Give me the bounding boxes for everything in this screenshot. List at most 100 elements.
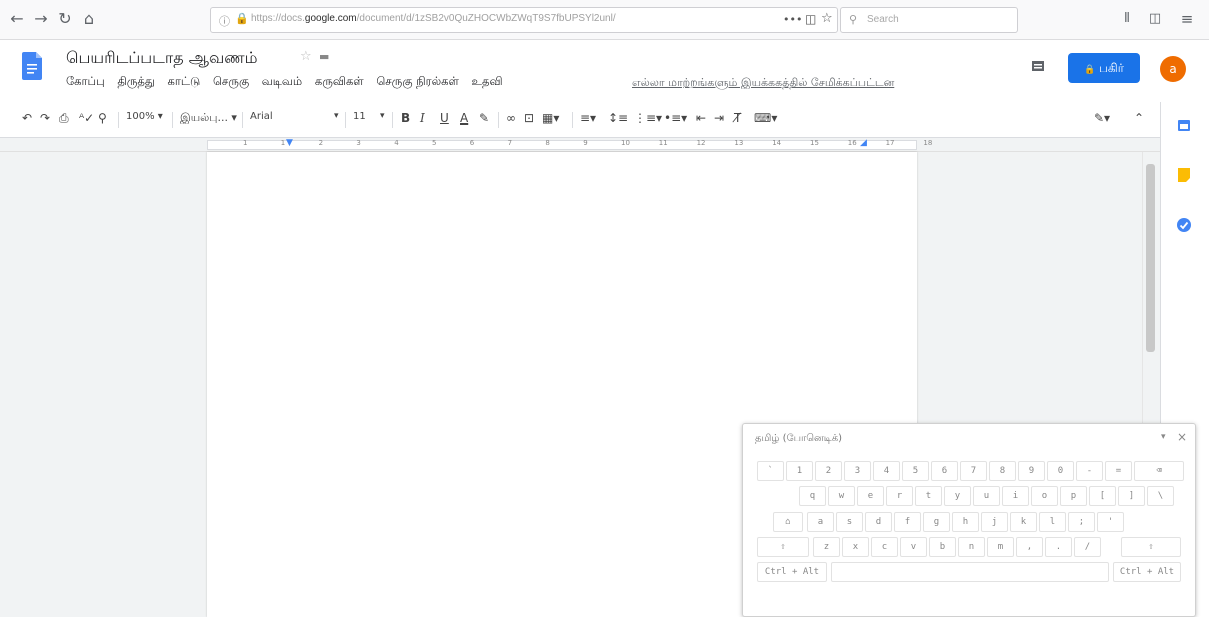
folder-icon[interactable]: ▬: [319, 50, 329, 63]
bookmark-star-icon[interactable]: ☆: [821, 11, 833, 26]
zoom-select[interactable]: 100% ▾: [126, 111, 163, 122]
underline-button[interactable]: U: [440, 111, 449, 125]
print-icon[interactable]: ⎙: [59, 111, 69, 126]
key-1[interactable]: 1: [786, 461, 813, 481]
key-s[interactable]: s: [836, 512, 863, 532]
numbered-list-icon[interactable]: ⋮≡▾: [634, 111, 662, 125]
menu-help[interactable]: உதவி: [472, 74, 503, 88]
menu-format[interactable]: வடிவம்: [262, 74, 302, 88]
document-title[interactable]: பெயரிடப்படாத ஆவணம்: [66, 48, 258, 69]
spellcheck-icon[interactable]: ᴬ✓: [79, 111, 94, 125]
key-b[interactable]: b: [929, 537, 956, 557]
key-a[interactable]: a: [807, 512, 834, 532]
key-u[interactable]: u: [973, 486, 1000, 506]
key-w[interactable]: w: [828, 486, 855, 506]
font-size-select[interactable]: 11: [353, 111, 366, 122]
back-icon[interactable]: ←: [6, 8, 28, 30]
key-'[interactable]: ': [1097, 512, 1124, 532]
comment-add-icon[interactable]: ⊡: [524, 111, 534, 125]
key-`[interactable]: `: [757, 461, 784, 481]
key-2[interactable]: 2: [815, 461, 842, 481]
page-actions-icon[interactable]: •••: [783, 13, 802, 26]
line-spacing-icon[interactable]: ↕≡: [608, 111, 628, 125]
key-j[interactable]: j: [981, 512, 1008, 532]
paint-format-icon[interactable]: ⚲: [98, 111, 107, 125]
key-n[interactable]: n: [958, 537, 985, 557]
highlight-icon[interactable]: ✎: [479, 111, 489, 125]
menu-file[interactable]: கோப்பு: [66, 74, 105, 88]
space-key[interactable]: [831, 562, 1109, 582]
key-p[interactable]: p: [1060, 486, 1087, 506]
info-icon[interactable]: ⓘ: [219, 13, 230, 29]
key-9[interactable]: 9: [1018, 461, 1045, 481]
key-6[interactable]: 6: [931, 461, 958, 481]
font-size-dropdown-icon[interactable]: ▾: [380, 111, 385, 121]
key-h[interactable]: h: [952, 512, 979, 532]
docs-logo-icon[interactable]: [22, 52, 42, 80]
close-icon[interactable]: ×: [1177, 430, 1187, 444]
text-color-button[interactable]: A: [460, 111, 468, 125]
menu-insert[interactable]: செருகு: [213, 74, 249, 88]
key-,[interactable]: ,: [1016, 537, 1043, 557]
undo-icon[interactable]: ↶: [22, 111, 32, 125]
key-5[interactable]: 5: [902, 461, 929, 481]
key-e[interactable]: e: [857, 486, 884, 506]
menu-tools[interactable]: கருவிகள்: [315, 74, 364, 88]
collapse-menu-icon[interactable]: ⌃: [1134, 111, 1144, 125]
key-3[interactable]: 3: [844, 461, 871, 481]
key-t[interactable]: t: [915, 486, 942, 506]
menu-icon[interactable]: ≡: [1176, 8, 1198, 30]
key-7[interactable]: 7: [960, 461, 987, 481]
key-x[interactable]: x: [842, 537, 869, 557]
clear-formatting-icon[interactable]: T̸: [734, 111, 741, 125]
shift-right-key[interactable]: ⇧: [1121, 537, 1181, 557]
shift-left-key[interactable]: ⇧: [757, 537, 809, 557]
style-select[interactable]: இயல்பு... ▾: [180, 111, 237, 126]
indent-marker-icon[interactable]: ▼: [286, 138, 293, 148]
key-l[interactable]: l: [1039, 512, 1066, 532]
menu-addons[interactable]: செருகு நிரல்கள்: [376, 74, 459, 88]
bulleted-list-icon[interactable]: •≡▾: [664, 111, 687, 125]
redo-icon[interactable]: ↷: [40, 111, 50, 125]
key-[[interactable]: [: [1089, 486, 1116, 506]
increase-indent-icon[interactable]: ⇥: [714, 111, 724, 125]
right-indent-marker-icon[interactable]: ◢: [860, 138, 867, 148]
tasks-icon[interactable]: [1176, 217, 1192, 233]
key-0[interactable]: 0: [1047, 461, 1074, 481]
ctrl-alt-right-key[interactable]: Ctrl + Alt: [1113, 562, 1181, 582]
key-][interactable]: ]: [1118, 486, 1145, 506]
key-d[interactable]: d: [865, 512, 892, 532]
key-.[interactable]: .: [1045, 537, 1072, 557]
key-=[interactable]: =: [1105, 461, 1132, 481]
backspace-key[interactable]: ⌫: [1134, 461, 1184, 481]
home-key[interactable]: ⌂: [773, 512, 803, 532]
minimize-icon[interactable]: ▾: [1161, 432, 1166, 442]
key-8[interactable]: 8: [989, 461, 1016, 481]
italic-button[interactable]: I: [420, 111, 425, 125]
account-avatar[interactable]: a: [1160, 56, 1186, 82]
key-4[interactable]: 4: [873, 461, 900, 481]
key-\[interactable]: \: [1147, 486, 1174, 506]
key-i[interactable]: i: [1002, 486, 1029, 506]
address-bar[interactable]: ⓘ 🔒 https://docs.google.com/document/d/1…: [210, 7, 838, 33]
key-m[interactable]: m: [987, 537, 1014, 557]
menu-edit[interactable]: திருத்து: [117, 74, 155, 88]
comments-icon[interactable]: [1031, 60, 1045, 74]
key-k[interactable]: k: [1010, 512, 1037, 532]
last-edit-status[interactable]: எல்லா மாற்றங்களும் இயக்ககத்தில் சேமிக்கப…: [632, 76, 894, 91]
star-icon[interactable]: ☆: [300, 49, 312, 64]
editing-mode-icon[interactable]: ✎▾: [1094, 111, 1110, 125]
key-z[interactable]: z: [813, 537, 840, 557]
key-q[interactable]: q: [799, 486, 826, 506]
font-select[interactable]: Arial: [250, 111, 273, 122]
key-o[interactable]: o: [1031, 486, 1058, 506]
pocket-icon[interactable]: ◫: [805, 12, 816, 26]
key-f[interactable]: f: [894, 512, 921, 532]
key-;[interactable]: ;: [1068, 512, 1095, 532]
share-button[interactable]: 🔒 பகிர்: [1068, 53, 1140, 83]
font-dropdown-icon[interactable]: ▾: [334, 111, 339, 121]
key-y[interactable]: y: [944, 486, 971, 506]
bold-button[interactable]: B: [401, 111, 410, 125]
decrease-indent-icon[interactable]: ⇤: [696, 111, 706, 125]
key-v[interactable]: v: [900, 537, 927, 557]
